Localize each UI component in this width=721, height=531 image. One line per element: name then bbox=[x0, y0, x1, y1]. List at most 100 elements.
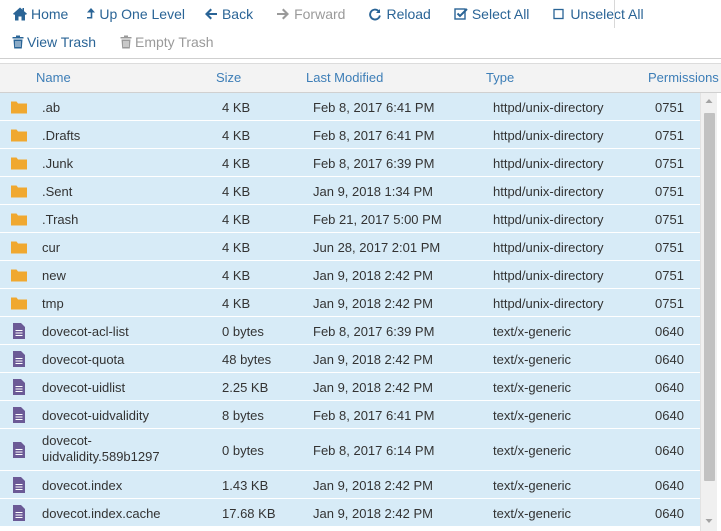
file-type: httpd/unix-directory bbox=[493, 239, 604, 255]
file-name: dovecot-uidvalidity bbox=[42, 407, 149, 423]
column-header-name[interactable]: Name bbox=[36, 70, 71, 85]
file-size: 1.43 KB bbox=[222, 477, 269, 493]
file-last-modified: Jun 28, 2017 2:01 PM bbox=[313, 239, 441, 255]
file-name: dovecot-uidlist bbox=[42, 379, 126, 395]
arrow-left-icon bbox=[203, 6, 219, 22]
toolbar-divider bbox=[614, 0, 615, 28]
file-size: 4 KB bbox=[222, 99, 251, 115]
folder-icon bbox=[10, 210, 28, 228]
file-type: text/x-generic bbox=[493, 351, 572, 367]
file-type: httpd/unix-directory bbox=[493, 127, 604, 143]
file-last-modified: Feb 8, 2017 6:41 PM bbox=[313, 407, 435, 423]
file-icon bbox=[10, 441, 28, 459]
table-row[interactable]: .Sent 4 KB Jan 9, 2018 1:34 PM httpd/unix-d… bbox=[0, 177, 700, 205]
folder-icon bbox=[10, 154, 28, 172]
view-trash-label: View Trash bbox=[27, 34, 96, 50]
file-icon bbox=[10, 406, 28, 424]
table-row[interactable]: dovecot.index 1.43 KB Jan 9, 2018 2:42 PM t… bbox=[0, 471, 700, 499]
folder-icon bbox=[10, 98, 28, 116]
checkbox-checked-icon bbox=[453, 6, 469, 22]
file-name: dovecot.index bbox=[42, 477, 123, 493]
empty-trash-button[interactable]: Empty Trash bbox=[116, 30, 218, 54]
file-permissions: 0751 bbox=[655, 267, 684, 283]
scroll-up-arrow-icon[interactable] bbox=[701, 93, 717, 109]
file-last-modified: Feb 8, 2017 6:41 PM bbox=[313, 99, 435, 115]
file-name: .Junk bbox=[42, 155, 74, 171]
scrollbar-thumb[interactable] bbox=[704, 113, 715, 481]
table-row[interactable]: tmp 4 KB Jan 9, 2018 2:42 PM httpd/unix-dir… bbox=[0, 289, 700, 317]
file-type: text/x-generic bbox=[493, 442, 572, 458]
file-icon bbox=[10, 476, 28, 494]
file-size: 4 KB bbox=[222, 155, 251, 171]
reload-button[interactable]: Reload bbox=[363, 2, 434, 26]
table-row[interactable]: .Trash 4 KB Feb 21, 2017 5:00 PM httpd/unix… bbox=[0, 205, 700, 233]
unselect-all-label: Unselect All bbox=[570, 6, 644, 22]
table-row[interactable]: .Drafts 4 KB Feb 8, 2017 6:41 PM httpd/unix… bbox=[0, 121, 700, 149]
table-row[interactable]: dovecot-quota 48 bytes Jan 9, 2018 2:42 PM… bbox=[0, 345, 700, 373]
file-size: 0 bytes bbox=[222, 323, 264, 339]
column-header-last-modified[interactable]: Last Modified bbox=[306, 70, 383, 85]
column-header-size[interactable]: Size bbox=[216, 70, 241, 85]
select-all-button[interactable]: Select All bbox=[449, 2, 534, 26]
file-list-header: Name Size Last Modified Type Permissions bbox=[0, 63, 721, 93]
scroll-down-arrow-icon[interactable] bbox=[701, 513, 717, 529]
back-button[interactable]: Back bbox=[199, 2, 257, 26]
file-last-modified: Jan 9, 2018 2:42 PM bbox=[313, 477, 433, 493]
table-row[interactable]: cur 4 KB Jun 28, 2017 2:01 PM httpd/unix-di… bbox=[0, 233, 700, 261]
file-type: httpd/unix-directory bbox=[493, 99, 604, 115]
file-permissions: 0640 bbox=[655, 323, 684, 339]
forward-button[interactable]: Forward bbox=[271, 2, 349, 26]
file-permissions: 0640 bbox=[655, 379, 684, 395]
file-icon bbox=[10, 504, 28, 522]
file-icon bbox=[10, 378, 28, 396]
back-label: Back bbox=[221, 6, 254, 22]
column-header-permissions[interactable]: Permissions bbox=[648, 70, 719, 85]
file-permissions: 0751 bbox=[655, 155, 684, 171]
file-permissions: 0640 bbox=[655, 505, 684, 521]
table-row[interactable]: .Junk 4 KB Feb 8, 2017 6:39 PM httpd/unix-d… bbox=[0, 149, 700, 177]
column-header-type[interactable]: Type bbox=[486, 70, 514, 85]
file-last-modified: Feb 8, 2017 6:39 PM bbox=[313, 155, 435, 171]
file-last-modified: Jan 9, 2018 1:34 PM bbox=[313, 183, 433, 199]
file-size: 0 bytes bbox=[222, 442, 264, 458]
table-row[interactable]: dovecot- uidvalidity.589b1297 0 bytes Feb … bbox=[0, 429, 700, 471]
unselect-all-button[interactable]: Unselect All bbox=[547, 2, 647, 26]
home-button[interactable]: Home bbox=[8, 2, 72, 26]
file-name: .Drafts bbox=[42, 127, 81, 143]
file-last-modified: Feb 21, 2017 5:00 PM bbox=[313, 211, 442, 227]
folder-icon bbox=[10, 294, 28, 312]
file-type: text/x-generic bbox=[493, 323, 572, 339]
view-trash-button[interactable]: View Trash bbox=[8, 30, 100, 54]
file-name: dovecot-acl-list bbox=[42, 323, 129, 339]
table-row[interactable]: dovecot-uidlist 2.25 KB Jan 9, 2018 2:42 P… bbox=[0, 373, 700, 401]
table-row[interactable]: dovecot-acl-list 0 bytes Feb 8, 2017 6:39 … bbox=[0, 317, 700, 345]
file-last-modified: Feb 8, 2017 6:41 PM bbox=[313, 127, 435, 143]
file-name: new bbox=[42, 267, 66, 283]
file-permissions: 0751 bbox=[655, 183, 684, 199]
file-type: httpd/unix-directory bbox=[493, 267, 604, 283]
table-row[interactable]: dovecot-uidvalidity 8 bytes Feb 8, 2017 6:… bbox=[0, 401, 700, 429]
vertical-scrollbar[interactable] bbox=[700, 93, 717, 531]
file-name: .Trash bbox=[42, 211, 79, 227]
file-type: httpd/unix-directory bbox=[493, 211, 604, 227]
file-name: dovecot.index.cache bbox=[42, 505, 161, 521]
file-name: cur bbox=[42, 239, 61, 255]
file-last-modified: Jan 9, 2018 2:42 PM bbox=[313, 379, 433, 395]
table-row[interactable]: dovecot.index.cache 17.68 KB Jan 9, 2018 2… bbox=[0, 499, 700, 527]
file-name: .ab bbox=[42, 99, 61, 115]
folder-icon bbox=[10, 266, 28, 284]
file-permissions: 0751 bbox=[655, 211, 684, 227]
table-row[interactable]: .ab 4 KB Feb 8, 2017 6:41 PM httpd/unix-dir… bbox=[0, 93, 700, 121]
table-row[interactable]: new 4 KB Jan 9, 2018 2:42 PM httpd/unix-dir… bbox=[0, 261, 700, 289]
reload-icon bbox=[367, 6, 383, 22]
toolbar-row-trash: View Trash Empty Trash bbox=[0, 28, 218, 56]
file-list: .ab 4 KB Feb 8, 2017 6:41 PM httpd/unix-dir… bbox=[0, 93, 700, 531]
up-one-level-button[interactable]: Up One Level bbox=[82, 2, 189, 26]
arrow-right-icon bbox=[275, 6, 291, 22]
file-size: 4 KB bbox=[222, 267, 251, 283]
file-type: httpd/unix-directory bbox=[493, 155, 604, 171]
toolbar: Home Up One Level Back Forward Reload Se… bbox=[0, 0, 721, 59]
checkbox-empty-icon bbox=[551, 6, 567, 22]
home-icon bbox=[12, 6, 28, 22]
file-last-modified: Jan 9, 2018 2:42 PM bbox=[313, 267, 433, 283]
